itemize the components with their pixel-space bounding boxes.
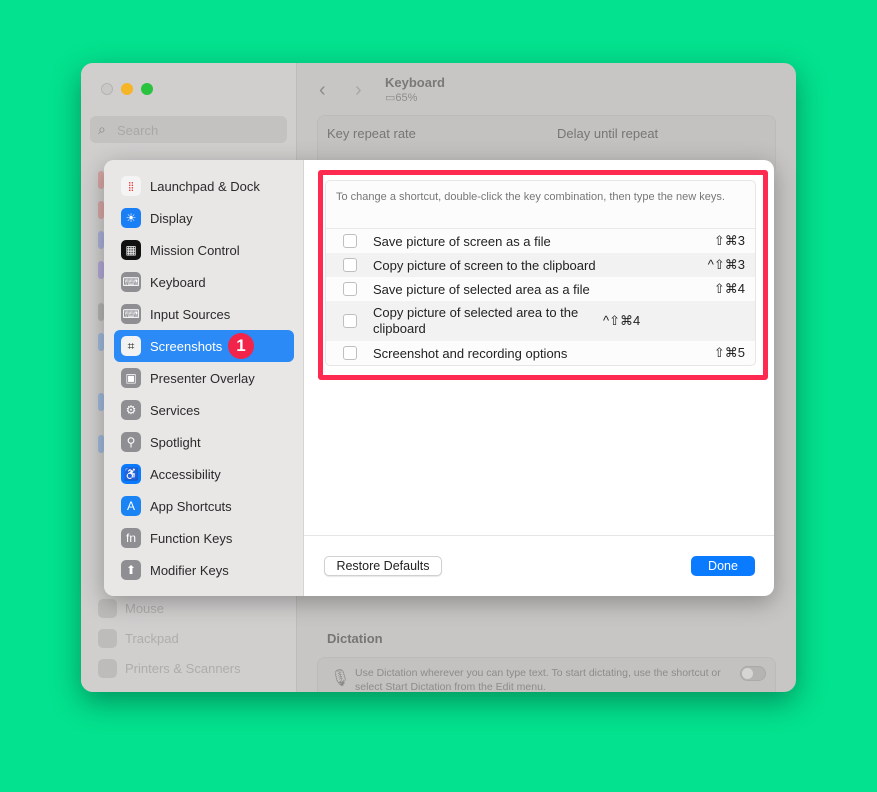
modifier-keys-icon: ⬆	[121, 560, 141, 580]
shortcut-row[interactable]: Save picture of selected area as a file ⇧…	[326, 277, 755, 301]
keyboard-icon: ⌨	[121, 272, 141, 292]
shortcut-label: Copy picture of selected area to the cli…	[373, 305, 579, 336]
sidebar-item-label: Launchpad & Dock	[150, 178, 260, 194]
enable-checkbox[interactable]	[343, 258, 357, 272]
shortcut-keys[interactable]: ⇧⌘3	[714, 233, 745, 249]
sidebar-item-launchpad-dock[interactable]: ⣿ Launchpad & Dock	[114, 170, 294, 202]
input-sources-icon: ⌨	[121, 304, 141, 324]
back-button[interactable]: ‹	[319, 79, 326, 102]
shortcut-keys[interactable]: ⇧⌘4	[714, 281, 745, 297]
key-repeat-label: Key repeat rate	[327, 126, 416, 141]
shortcut-row[interactable]: Screenshot and recording options ⇧⌘5	[326, 341, 755, 365]
restore-defaults-button[interactable]: Restore Defaults	[324, 556, 442, 576]
forward-button[interactable]: ›	[355, 79, 362, 102]
spotlight-icon: ⚲	[121, 432, 141, 452]
delay-label: Delay until repeat	[557, 126, 659, 141]
window-title: Keyboard	[385, 75, 445, 90]
shortcut-label: Save picture of screen as a file	[373, 233, 551, 249]
sidebar-item-spotlight[interactable]: ⚲ Spotlight	[114, 426, 294, 458]
sidebar-item-label: Screenshots	[150, 338, 223, 354]
shortcut-label: Screenshot and recording options	[373, 345, 568, 361]
sidebar-item-trackpad[interactable]: Trackpad	[98, 629, 179, 648]
launchpad-icon: ⣿	[121, 176, 141, 196]
services-icon: ⚙	[121, 400, 141, 420]
app-shortcuts-icon: A	[121, 496, 141, 516]
sidebar-item-label: Presenter Overlay	[150, 370, 255, 386]
dictation-description: Use Dictation wherever you can type text…	[355, 667, 721, 692]
sidebar-item-presenter-overlay[interactable]: ▣ Presenter Overlay	[114, 362, 294, 394]
search-icon: ⌕	[98, 121, 106, 137]
shortcut-label: Save picture of selected area as a file	[373, 281, 590, 297]
shortcut-row[interactable]: Copy picture of screen to the clipboard ^…	[326, 253, 755, 277]
accessibility-icon: ♿	[121, 464, 141, 484]
mission-control-icon: ▦	[121, 240, 141, 260]
sidebar-item-label: Input Sources	[150, 306, 231, 322]
zoom-button[interactable]	[141, 83, 153, 95]
sidebar-item-keyboard[interactable]: ⌨ Keyboard	[114, 266, 294, 298]
microphone-icon: 🎙	[330, 670, 351, 687]
enable-checkbox[interactable]	[343, 346, 357, 360]
footer-divider	[304, 535, 774, 536]
sidebar-item-accessibility[interactable]: ♿ Accessibility	[114, 458, 294, 490]
shortcut-keys[interactable]: ⇧⌘5	[714, 345, 745, 361]
sidebar-item-label: Mission Control	[150, 242, 240, 258]
minimize-button[interactable]	[121, 83, 133, 95]
trackpad-icon	[98, 629, 117, 648]
screenshots-shortcuts-sheet: ⣿ Launchpad & Dock ☀ Display ▦ Mission Contro…	[104, 160, 774, 596]
done-button[interactable]: Done	[691, 556, 755, 576]
sidebar-item-app-shortcuts[interactable]: A App Shortcuts	[114, 490, 294, 522]
sidebar-item-modifier-keys[interactable]: ⬆ Modifier Keys	[114, 554, 294, 586]
shortcut-keys[interactable]: ^⇧⌘3	[708, 257, 745, 273]
sidebar-item-mission-control[interactable]: ▦ Mission Control	[114, 234, 294, 266]
sidebar-item-screenshots[interactable]: ⌗ Screenshots 1	[114, 330, 294, 362]
screenshots-icon: ⌗	[121, 336, 141, 356]
sidebar-item-label: App Shortcuts	[150, 498, 232, 514]
sidebar-item-label: Spotlight	[150, 434, 201, 450]
function-keys-icon: fn	[121, 528, 141, 548]
enable-checkbox[interactable]	[343, 234, 357, 248]
sidebar-item-display[interactable]: ☀ Display	[114, 202, 294, 234]
mouse-icon	[98, 599, 117, 618]
highlight-box: To change a shortcut, double-click the k…	[318, 170, 768, 380]
shortcut-table: To change a shortcut, double-click the k…	[325, 180, 756, 366]
sidebar-item-printers[interactable]: Printers & Scanners	[98, 659, 241, 678]
display-icon: ☀	[121, 208, 141, 228]
sidebar-item-label: Modifier Keys	[150, 562, 229, 578]
shortcut-row[interactable]: Save picture of screen as a file ⇧⌘3	[326, 229, 755, 253]
instructions-text: To change a shortcut, double-click the k…	[326, 181, 755, 229]
close-button[interactable]	[101, 83, 113, 95]
sidebar-item-label: Services	[150, 402, 200, 418]
dictation-panel: 🎙 Use Dictation wherever you can type te…	[317, 657, 776, 692]
printer-icon	[98, 659, 117, 678]
sidebar-item-label: Display	[150, 210, 193, 226]
shortcut-label: Copy picture of screen to the clipboard	[373, 257, 596, 273]
search-input[interactable]: ⌕ Search	[90, 116, 287, 143]
shortcut-categories: ⣿ Launchpad & Dock ☀ Display ▦ Mission Contro…	[104, 160, 304, 596]
battery-icon: ▭	[385, 92, 396, 104]
sidebar-item-label: Accessibility	[150, 466, 221, 482]
sidebar-item-label: Keyboard	[150, 274, 206, 290]
presenter-overlay-icon: ▣	[121, 368, 141, 388]
enable-checkbox[interactable]	[343, 314, 357, 328]
step-badge: 1	[228, 333, 254, 359]
sidebar-item-input-sources[interactable]: ⌨ Input Sources	[114, 298, 294, 330]
enable-checkbox[interactable]	[343, 282, 357, 296]
sidebar-item-function-keys[interactable]: fn Function Keys	[114, 522, 294, 554]
sidebar-item-mouse[interactable]: Mouse	[98, 599, 164, 618]
shortcut-row[interactable]: Copy picture of selected area to the cli…	[326, 301, 755, 341]
battery-status: ▭65%	[385, 92, 418, 104]
sidebar-item-label: Function Keys	[150, 530, 233, 546]
dictation-toggle[interactable]	[740, 666, 766, 681]
dictation-heading: Dictation	[327, 631, 383, 646]
shortcut-keys[interactable]: ^⇧⌘4	[603, 313, 640, 329]
sidebar-item-services[interactable]: ⚙ Services	[114, 394, 294, 426]
